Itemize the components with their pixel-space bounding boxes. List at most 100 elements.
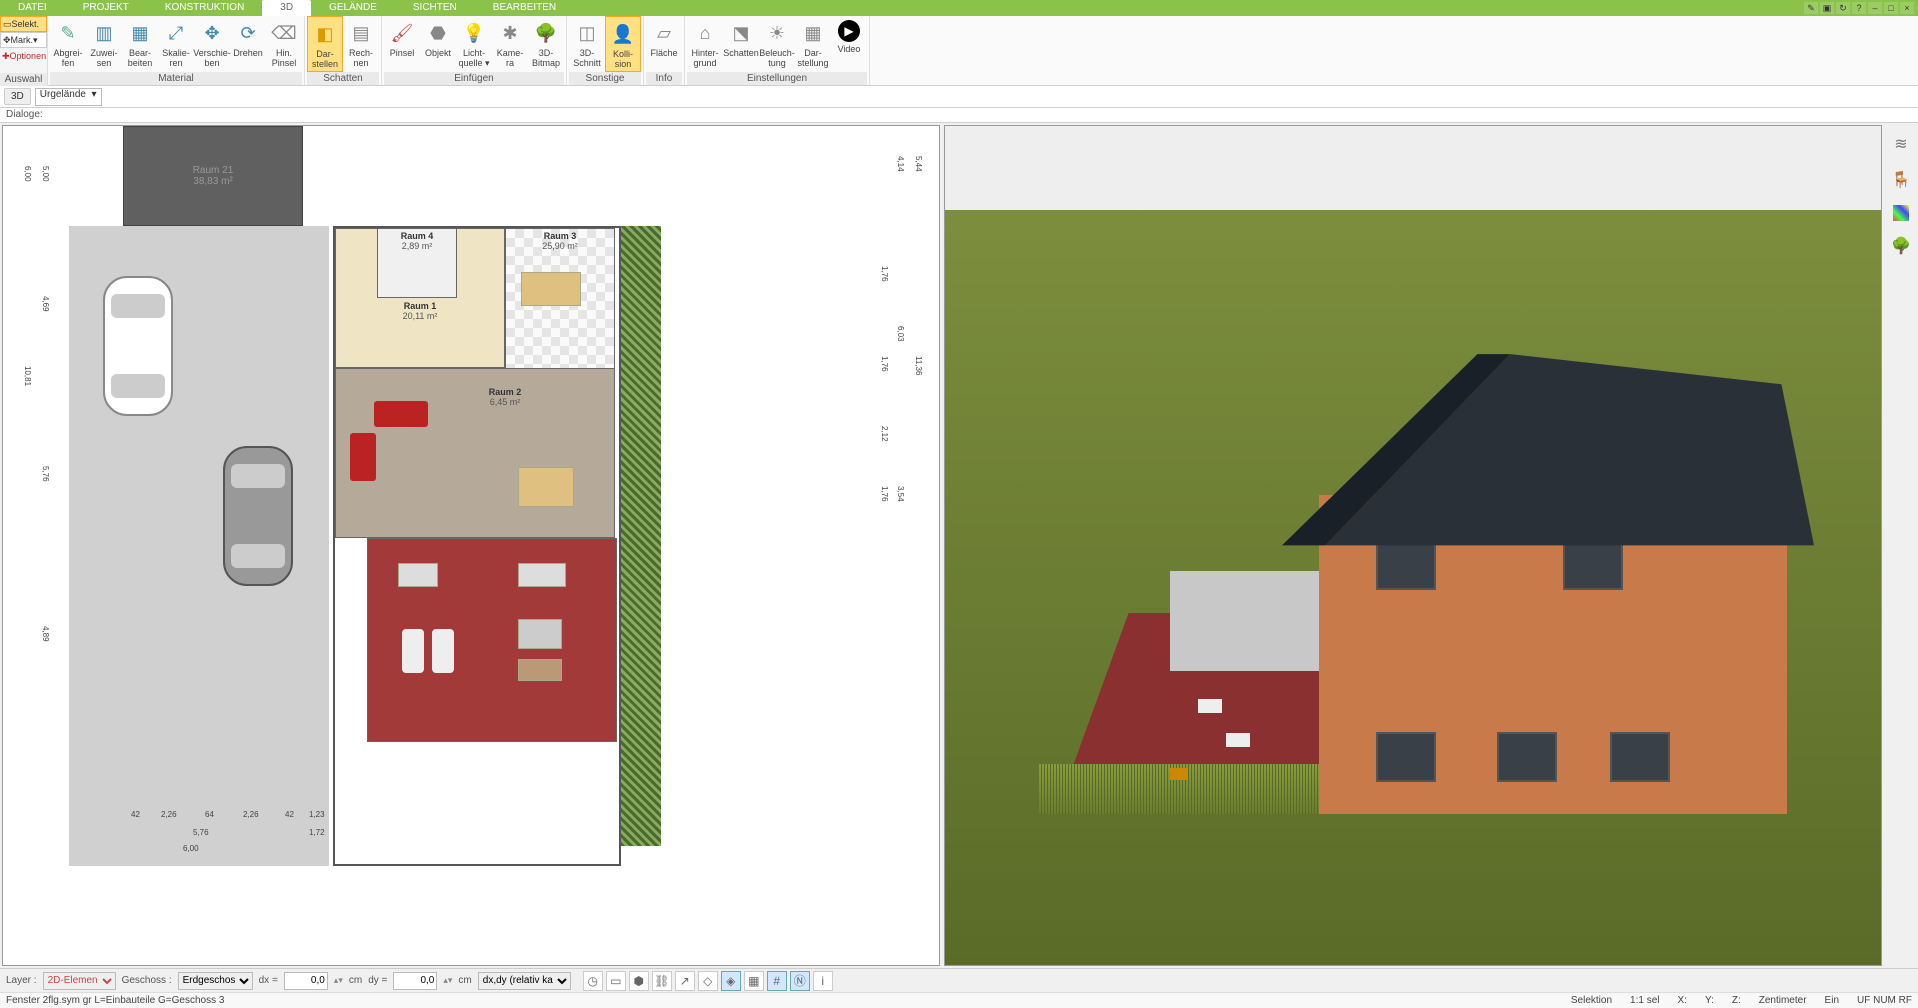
btn-bearbeiten[interactable]: ▦Bear-beiten: [122, 16, 158, 72]
grid-icon[interactable]: ▦: [744, 971, 764, 991]
tab-gelaende[interactable]: GELÄNDE: [311, 0, 395, 16]
palette-icon[interactable]: [1893, 205, 1909, 221]
tab-3d[interactable]: 3D: [262, 0, 311, 16]
bottom-bar: Layer : 2D-Elemen Geschoss : Erdgeschos …: [0, 968, 1918, 992]
btn-3dbitmap[interactable]: 🌳3D-Bitmap: [528, 16, 564, 72]
status-scale: 1:1 sel: [1630, 995, 1659, 1006]
tab-sichten[interactable]: SICHTEN: [395, 0, 475, 16]
status-uf: UF NUM RF: [1857, 995, 1912, 1006]
brush-icon: 🖌: [389, 20, 415, 46]
btn-kamera[interactable]: ✱Kame-ra: [492, 16, 528, 72]
dim-label: 4,89: [41, 626, 50, 642]
dim-label: 6,00: [23, 166, 32, 182]
dim-label: 2,26: [243, 810, 259, 819]
tab-bearbeiten[interactable]: BEARBEITEN: [475, 0, 574, 16]
btn-3dschnitt[interactable]: ◫3D-Schnitt: [569, 16, 605, 72]
sub-bar: 3D Urgelände ▾: [0, 86, 1918, 108]
options-tool[interactable]: ✚ Optionen: [0, 48, 47, 64]
dim-label: 6,03: [896, 326, 905, 342]
edit-icon: ▦: [127, 20, 153, 46]
layers-icon[interactable]: ≋: [1890, 133, 1912, 155]
help-icon[interactable]: ✎: [1804, 2, 1818, 14]
plant-icon[interactable]: 🌳: [1890, 235, 1912, 257]
3d-table: [1170, 768, 1188, 780]
shadow-set-icon: ⬔: [728, 20, 754, 46]
status-bar: Fenster 2flg.sym gr L=Einbauteile G=Gesc…: [0, 992, 1918, 1008]
btn-hinpinsel[interactable]: ⌫Hin.Pinsel: [266, 16, 302, 72]
3d-view-pane[interactable]: [944, 125, 1882, 966]
hash-icon[interactable]: #: [767, 971, 787, 991]
background-icon: ⌂: [692, 20, 718, 46]
dim-label: 4,69: [41, 296, 50, 312]
layer-select[interactable]: 2D-Elemen: [43, 972, 116, 990]
dy-input[interactable]: [393, 972, 437, 990]
btn-pinsel[interactable]: 🖌Pinsel: [384, 16, 420, 72]
dim-label: 1,23: [309, 810, 325, 819]
arrow-icon[interactable]: ↗: [675, 971, 695, 991]
btn-skalieren[interactable]: ⤢Skalie-ren: [158, 16, 194, 72]
car-white: [103, 276, 173, 416]
dim-label: 10,81: [23, 366, 32, 386]
tool-icon[interactable]: ▣: [1820, 2, 1834, 14]
hedge: [621, 226, 661, 846]
ribbon-group-material: ✎Abgrei-fen ▥Zuwei-sen ▦Bear-beiten ⤢Ska…: [48, 16, 305, 85]
group-label-schatten: Schatten: [307, 72, 379, 85]
cube-icon[interactable]: ⬢: [629, 971, 649, 991]
info-icon[interactable]: i: [813, 971, 833, 991]
link-icon[interactable]: ⛓: [652, 971, 672, 991]
tab-projekt[interactable]: PROJEKT: [65, 0, 147, 16]
group-label-einstellungen: Einstellungen: [687, 72, 867, 85]
btn-schatten-set[interactable]: ⬔Schatten: [723, 16, 759, 72]
status-ein: Ein: [1825, 995, 1839, 1006]
mode-chip[interactable]: 3D: [4, 88, 31, 105]
btn-objekt[interactable]: ⬣Objekt: [420, 16, 456, 72]
status-unit: Zentimeter: [1759, 995, 1807, 1006]
btn-darstellen[interactable]: ◧Dar-stellen: [307, 16, 343, 72]
dim-label: 11,36: [914, 356, 923, 375]
n-icon[interactable]: Ⓝ: [790, 971, 810, 991]
minimize-icon[interactable]: –: [1868, 2, 1882, 14]
maximize-icon[interactable]: □: [1884, 2, 1898, 14]
btn-lichtquelle[interactable]: 💡Licht-quelle ▾: [456, 16, 492, 72]
furniture-icon[interactable]: 🪑: [1890, 169, 1912, 191]
select-tool[interactable]: ▭ Selekt.: [0, 16, 47, 32]
geschoss-select[interactable]: Erdgeschos: [178, 972, 253, 990]
geschoss-label: Geschoss :: [122, 975, 172, 986]
dim-label: 5,00: [41, 166, 50, 182]
tab-konstruktion[interactable]: KONSTRUKTION: [147, 0, 262, 16]
rel-select[interactable]: dx,dy (relativ ka: [478, 972, 571, 990]
question-icon[interactable]: ?: [1852, 2, 1866, 14]
dx-input[interactable]: [284, 972, 328, 990]
dim-label: 5,76: [193, 828, 209, 837]
screen-icon[interactable]: ▭: [606, 971, 626, 991]
btn-drehen[interactable]: ⟳Drehen: [230, 16, 266, 72]
dim-label: 3,54: [896, 486, 905, 502]
terrain-combo[interactable]: Urgelände ▾: [35, 88, 102, 106]
status-left: Fenster 2flg.sym gr L=Einbauteile G=Gesc…: [6, 995, 224, 1006]
floorplan-pane[interactable]: Raum 21 38,83 m² Raum 325,90 m² Raum 120…: [2, 125, 940, 966]
btn-abgreifen[interactable]: ✎Abgrei-fen: [50, 16, 86, 72]
clock-icon[interactable]: ◷: [583, 971, 603, 991]
close-icon[interactable]: ×: [1900, 2, 1914, 14]
ribbon-group-schatten: ◧Dar-stellen ▤Rech-nen Schatten: [305, 16, 382, 85]
btn-flaeche[interactable]: ▱Fläche: [646, 16, 682, 72]
move-icon: ✥: [199, 20, 225, 46]
area-icon: ▱: [651, 20, 677, 46]
dim-label: 42: [131, 810, 140, 819]
dim-label: 6,00: [183, 844, 199, 853]
diamond-icon[interactable]: ◇: [698, 971, 718, 991]
terrace: [367, 538, 617, 742]
refresh-icon[interactable]: ↻: [1836, 2, 1850, 14]
mark-tool[interactable]: ✥ Mark. ▾: [0, 32, 47, 48]
btn-rechnen[interactable]: ▤Rech-nen: [343, 16, 379, 72]
btn-kollision[interactable]: 👤Kolli-sion: [605, 16, 641, 72]
tab-datei[interactable]: DATEI: [0, 0, 65, 16]
btn-video[interactable]: ▶Video: [831, 16, 867, 72]
diamond2-icon[interactable]: ◈: [721, 971, 741, 991]
btn-verschieben[interactable]: ✥Verschie-ben: [194, 16, 230, 72]
btn-darstellung[interactable]: ▦Dar-stellung: [795, 16, 831, 72]
btn-hintergrund[interactable]: ⌂Hinter-grund: [687, 16, 723, 72]
btn-beleuchtung[interactable]: ☀Beleuch-tung: [759, 16, 795, 72]
group-label-sonstige: Sonstige: [569, 72, 641, 85]
btn-zuweisen[interactable]: ▥Zuwei-sen: [86, 16, 122, 72]
